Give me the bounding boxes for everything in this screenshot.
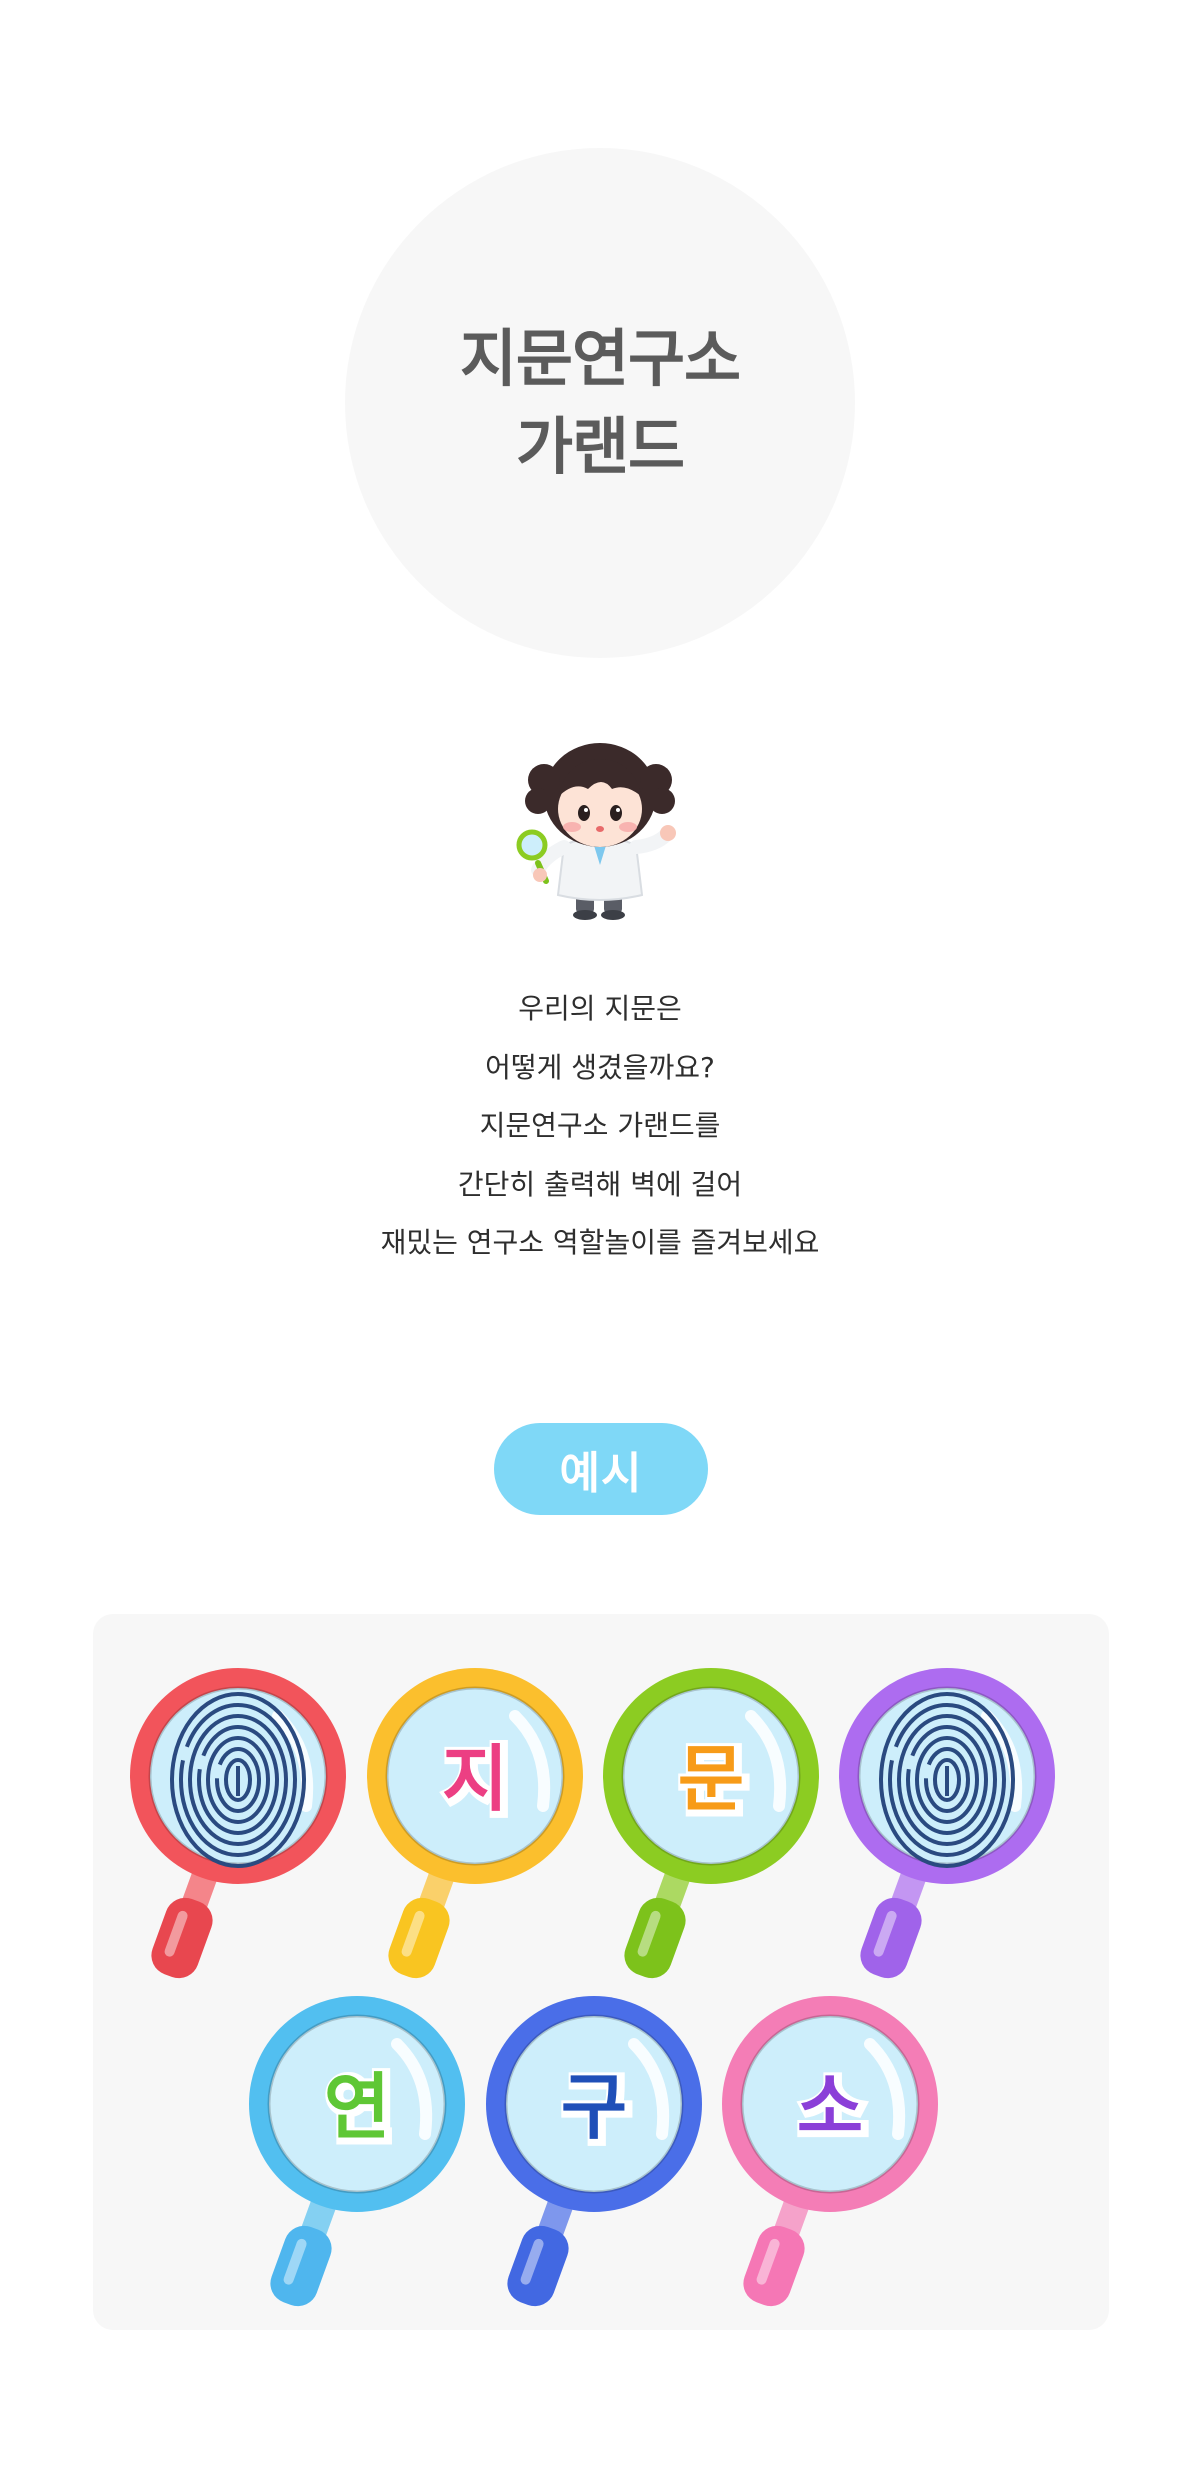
- intro-line-1: 우리의 지문은: [518, 992, 682, 1025]
- intro-line-4: 간단히 출력해 벽에 걸어: [457, 1167, 743, 1201]
- hero-title-line1: 지문연구소: [459, 322, 741, 395]
- magnifier-fingerprint-icon: [130, 1668, 346, 1979]
- intro-text: 우리의 지문은 어떻게 생겼을까요? 지문연구소 가랜드를 간단히 출력해 벽에…: [0, 980, 1200, 1273]
- intro-line-2: 어떻게 생겼을까요?: [485, 1050, 715, 1084]
- intro-line-5: 재밌는 연구소 역할놀이를 즐겨보세요: [380, 1226, 820, 1259]
- scientist-girl-illustration: [516, 743, 676, 920]
- magnifier-yeon: 연연: [249, 1996, 465, 2307]
- garland-letter-gu: 구: [561, 2065, 627, 2149]
- magnifier-gu: 구구: [486, 1996, 702, 2307]
- garland-letter-ji: 지: [442, 1737, 508, 1821]
- garland-letter-so: 소: [797, 2065, 863, 2149]
- magnifier-so: 소소: [722, 1996, 938, 2307]
- example-badge: 예시: [494, 1423, 708, 1515]
- magnifier-fingerprint-icon: [839, 1668, 1055, 1979]
- example-badge-label: 예시: [559, 1448, 643, 1499]
- hero-title-line2: 가랜드: [515, 410, 685, 483]
- magnifier-ji: 지지: [367, 1668, 583, 1979]
- magnifier-mun: 문문: [603, 1668, 819, 1979]
- intro-line-3: 지문연구소 가랜드를: [479, 1109, 721, 1142]
- garland-letter-mun: 문: [678, 1737, 744, 1821]
- garland-letter-yeon: 연: [324, 2065, 390, 2149]
- hero-circle: 지문연구소 가랜드: [345, 148, 855, 658]
